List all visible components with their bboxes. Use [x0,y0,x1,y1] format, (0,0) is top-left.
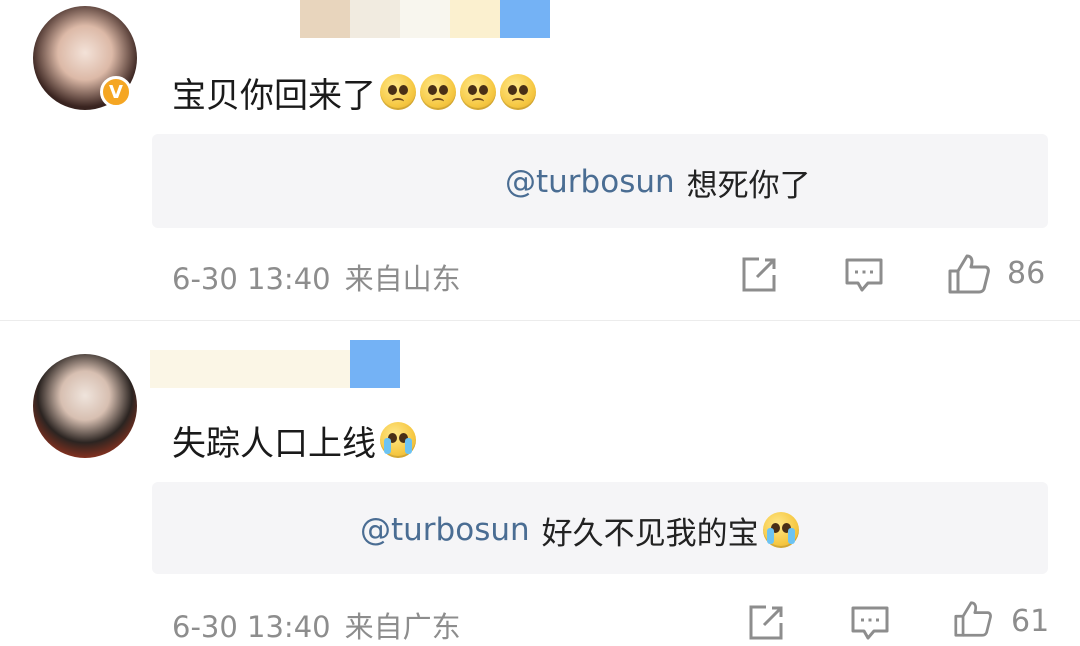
thumbs-up-icon[interactable] [951,600,995,638]
reply-content: 好久不见我的宝 [541,515,759,552]
like-count: 61 [1011,604,1050,639]
reply-mention[interactable]: @turbosun [360,512,530,548]
comment-text-content: 失踪人口上线 [172,423,376,464]
location: 来自广东 [344,610,461,644]
comment-icon[interactable] [850,603,890,643]
comment-meta: 6-30 13:40 来自广东 [172,604,461,646]
username-redacted[interactable] [150,340,410,390]
timestamp: 6-30 13:40 [172,610,331,644]
share-icon[interactable] [746,603,786,643]
crying-face-icon [762,512,799,548]
avatar[interactable] [33,354,137,458]
crying-face-icon [380,422,416,458]
comment-text: 失踪人口上线 [172,418,416,464]
reply-text[interactable]: @turbosun 好久不见我的宝 [360,508,799,552]
comment-item: 失踪人口上线 @turbosun 好久不见我的宝 6-30 13:40 来自广东 … [0,0,1080,644]
